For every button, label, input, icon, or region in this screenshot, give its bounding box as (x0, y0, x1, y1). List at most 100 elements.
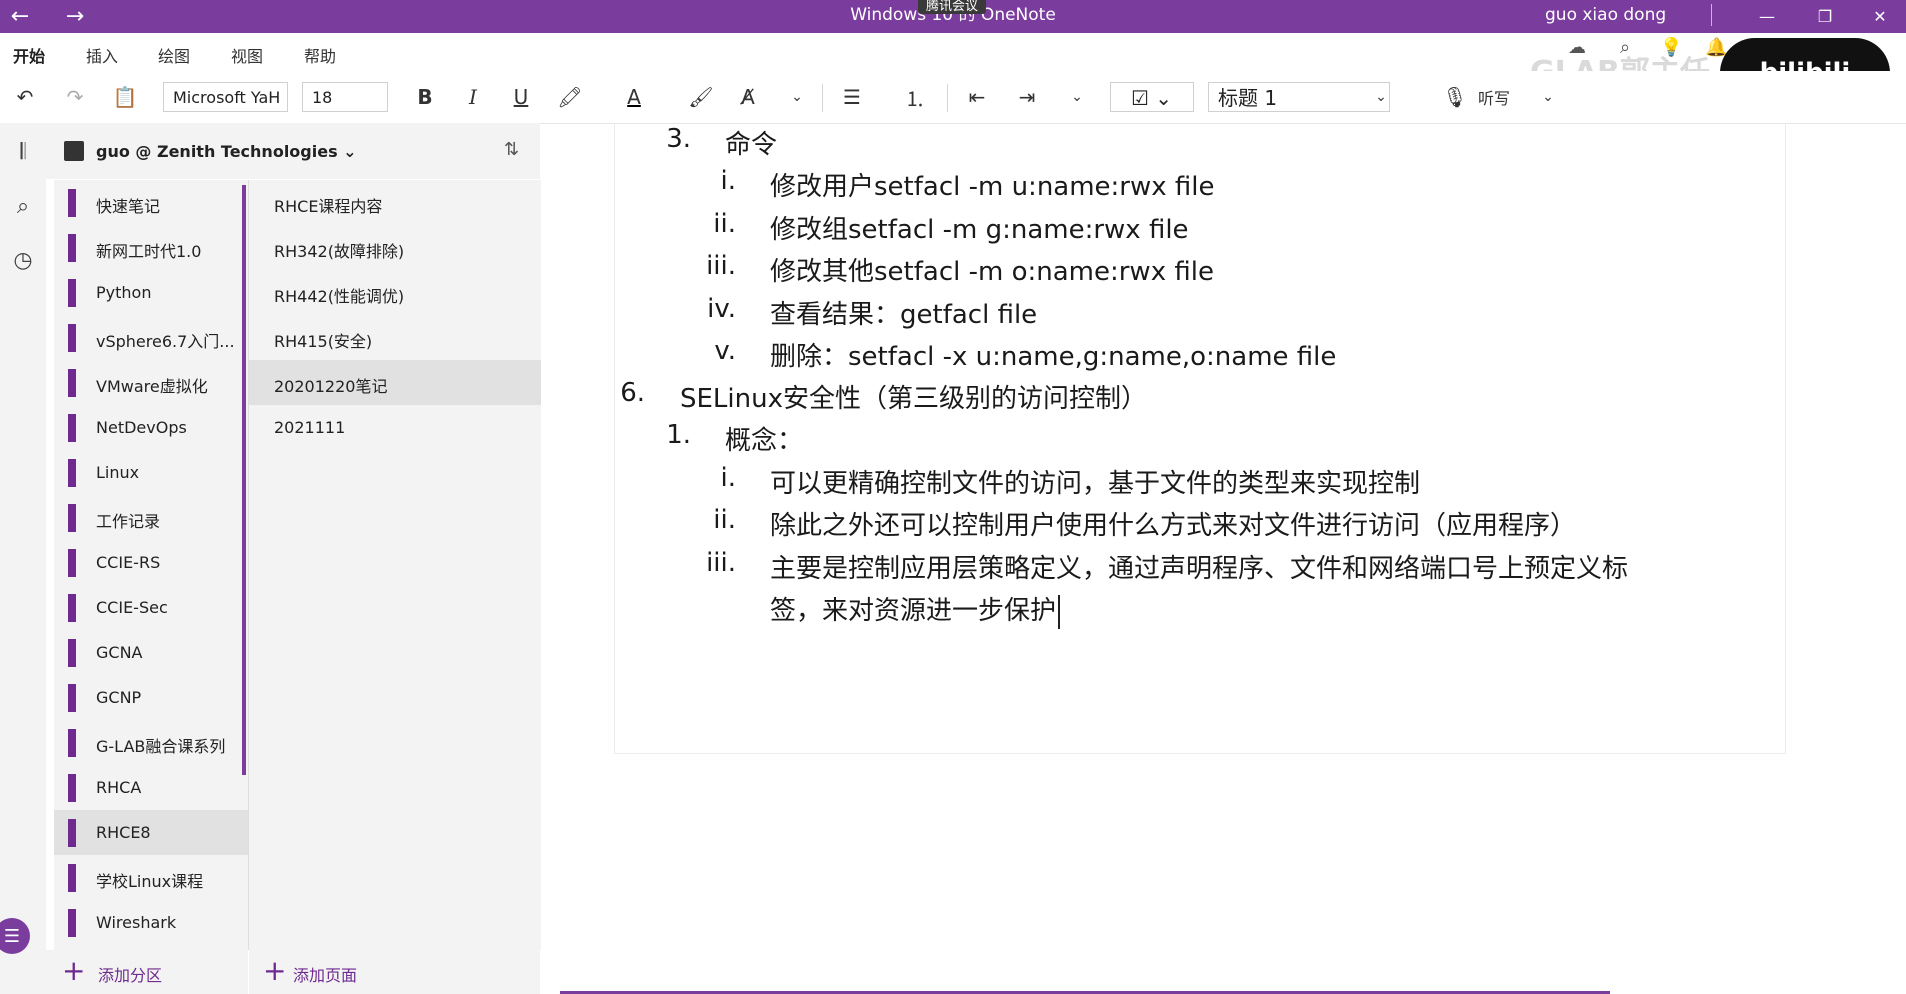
section-item[interactable]: G-LAB融合课系列 (54, 720, 248, 765)
bullet-list-icon[interactable]: ☰ (835, 80, 869, 114)
section-item[interactable]: 快速笔记 (54, 180, 248, 225)
page-label: RH415(安全) (274, 332, 373, 351)
note-line[interactable]: 删除：setfacl -x u:name,g:name,o:name file (770, 336, 1336, 373)
note-line[interactable]: 概念： (725, 420, 803, 457)
section-item[interactable]: 新网工时代1.0 (54, 225, 248, 270)
user-name[interactable]: guo xiao dong (1545, 0, 1666, 33)
chevron-down-icon[interactable]: ⌄ (782, 80, 812, 114)
note-line[interactable]: 查看结果：getfacl file (770, 294, 1037, 331)
notebook-header[interactable]: guo @ Zenith Technologies ⌄ ⇅ (46, 123, 540, 179)
recent-icon[interactable]: ◷ (10, 247, 36, 273)
tab-help[interactable]: 帮助 (304, 43, 336, 67)
section-color-bar (68, 774, 76, 802)
outdent-icon[interactable]: ⇤ (960, 80, 994, 114)
title-divider (1711, 4, 1712, 26)
underline-icon[interactable]: U (504, 80, 538, 114)
italic-icon[interactable]: I (456, 80, 490, 114)
outline-number: v. (714, 336, 736, 366)
note-line[interactable]: 修改组setfacl -m g:name:rwx file (770, 209, 1189, 246)
minimize-icon[interactable]: — (1742, 0, 1792, 33)
note-line[interactable]: SELinux安全性（第三级别的访问控制） (680, 378, 1147, 415)
section-item[interactable]: Python (54, 270, 248, 315)
tab-insert[interactable]: 插入 (86, 43, 118, 67)
dictate-button[interactable]: 听写 (1474, 80, 1514, 114)
section-item[interactable]: Linux (54, 450, 248, 495)
page-item[interactable]: RHCE课程内容 (249, 180, 541, 225)
outline-number: 3. (666, 124, 691, 154)
section-item[interactable]: GCNA (54, 630, 248, 675)
ribbon-toolbar: ↶ ↷ 📋 Microsoft YaH 18 B I U 🖍 A 🖌 A̸ ⌄ … (0, 71, 1906, 124)
section-color-bar (68, 369, 76, 397)
style-select[interactable]: 标题 1 (1208, 82, 1390, 112)
page-item[interactable]: RH342(故障排除) (249, 225, 541, 270)
section-color-bar (68, 819, 76, 847)
clipboard-icon[interactable]: 📋 (110, 80, 140, 114)
sort-icon[interactable]: ⇅ (504, 139, 519, 160)
section-item[interactable]: NetDevOps (54, 405, 248, 450)
section-item[interactable]: Wireshark (54, 900, 248, 945)
section-scrollbar[interactable] (242, 185, 246, 775)
section-label: Python (96, 283, 152, 302)
redo-icon[interactable]: ↷ (60, 80, 90, 114)
numbered-list-icon[interactable]: ⒈ (898, 80, 932, 114)
maximize-icon[interactable]: ❐ (1800, 0, 1850, 33)
outline-number: ii. (713, 505, 736, 535)
notebook-name[interactable]: guo @ Zenith Technologies ⌄ (96, 142, 357, 161)
highlight-icon[interactable]: 🖍 (553, 80, 587, 114)
close-icon[interactable]: ✕ (1855, 0, 1905, 33)
add-section-button[interactable]: + 添加分区 (46, 950, 248, 994)
font-color-icon[interactable]: A (617, 80, 651, 114)
page-item[interactable]: RH415(安全) (249, 315, 541, 360)
page-label: 20201220笔记 (274, 377, 388, 396)
note-line[interactable]: 可以更精确控制文件的访问，基于文件的类型来实现控制 (770, 463, 1420, 500)
chevron-down-icon[interactable]: ⌄ (1372, 80, 1390, 114)
undo-icon[interactable]: ↶ (10, 80, 40, 114)
tab-draw[interactable]: 绘图 (158, 43, 190, 67)
outline-number: iii. (706, 548, 736, 578)
page-item[interactable]: 2021111 (249, 405, 541, 450)
page-item[interactable]: RH442(性能调优) (249, 270, 541, 315)
section-item-selected[interactable]: RHCE8 (54, 810, 248, 855)
bold-icon[interactable]: B (408, 80, 442, 114)
note-line[interactable]: 命令 (725, 124, 777, 161)
section-item[interactable]: vSphere6.7入门... (54, 315, 248, 360)
chevron-down-icon[interactable]: ⌄ (1533, 80, 1563, 114)
section-item[interactable]: 工作记录 (54, 495, 248, 540)
microphone-icon[interactable]: 🎙 (1440, 80, 1470, 114)
section-item[interactable]: CCIE-RS (54, 540, 248, 585)
section-label: GCNP (96, 688, 142, 707)
note-line-continuation[interactable]: 签，来对资源进一步保护 (770, 590, 1061, 629)
divider (822, 84, 823, 112)
note-line[interactable]: 修改用户setfacl -m u:name:rwx file (770, 166, 1215, 203)
clear-format-icon[interactable]: A̸ (731, 80, 765, 114)
section-item[interactable]: 学校Linux课程 (54, 855, 248, 900)
format-painter-icon[interactable]: 🖌 (684, 80, 718, 114)
section-item[interactable]: RHCA (54, 765, 248, 810)
section-label: G-LAB融合课系列 (96, 737, 226, 756)
section-color-bar (68, 684, 76, 712)
font-size-select[interactable]: 18 (302, 82, 388, 112)
note-line-text: 签，来对资源进一步保护 (770, 596, 1057, 626)
note-line[interactable]: 除此之外还可以控制用户使用什么方式来对文件进行访问（应用程序） (770, 505, 1576, 542)
note-line[interactable]: 修改其他setfacl -m o:name:rwx file (770, 251, 1214, 288)
note-canvas[interactable]: 3. 命令 i. 修改用户setfacl -m u:name:rwx file … (614, 123, 1786, 754)
add-page-button[interactable]: + 添加页面 (249, 950, 540, 994)
section-label: Wireshark (96, 913, 177, 932)
section-color-bar (68, 639, 76, 667)
search-icon[interactable]: ⌕ (10, 193, 36, 219)
todo-tag-button[interactable]: ☑ ⌄ (1110, 82, 1194, 112)
font-name-select[interactable]: Microsoft YaH (163, 82, 288, 112)
section-item[interactable]: CCIE-Sec (54, 585, 248, 630)
indent-icon[interactable]: ⇥ (1010, 80, 1044, 114)
section-list: 快速笔记 新网工时代1.0 Python vSphere6.7入门... VMw… (54, 180, 248, 950)
section-item[interactable]: GCNP (54, 675, 248, 720)
note-line[interactable]: 主要是控制应用层策略定义，通过声明程序、文件和网络端口号上预定义标 (770, 548, 1628, 585)
chevron-down-icon[interactable]: ⌄ (1062, 80, 1092, 114)
page-item-selected[interactable]: 20201220笔记 (249, 360, 541, 405)
tab-home[interactable]: 开始 (13, 43, 46, 75)
meeting-overlay-label: 腾讯会议 (918, 0, 987, 14)
tab-view[interactable]: 视图 (231, 43, 263, 67)
notebooks-icon[interactable]: 𝄃 (10, 139, 36, 165)
section-item[interactable]: VMware虚拟化 (54, 360, 248, 405)
section-label: 快速笔记 (96, 197, 161, 216)
